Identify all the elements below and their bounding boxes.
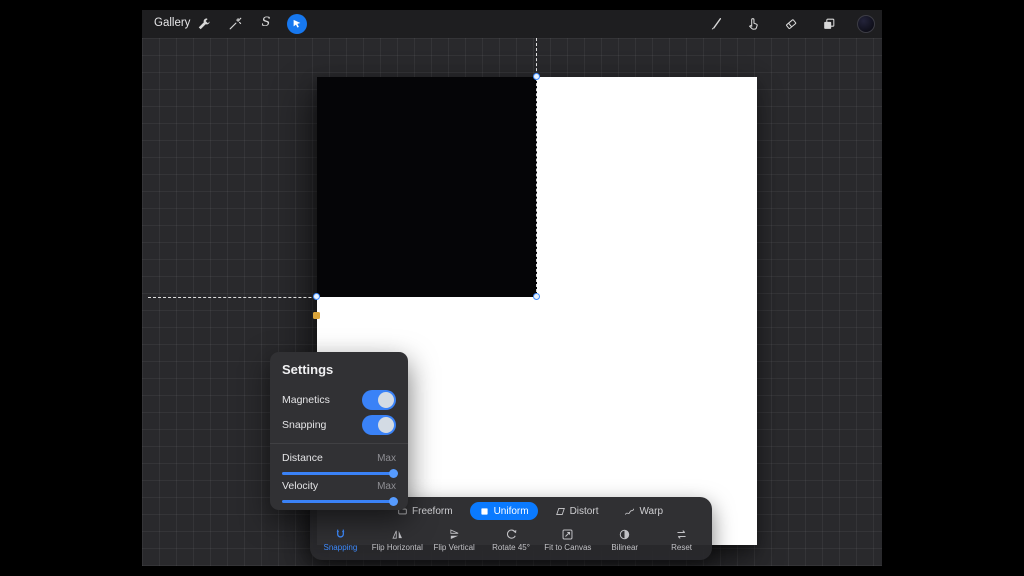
flip-horizontal-button[interactable]: Flip Horizontal bbox=[369, 522, 426, 558]
transform-handle-bottom-left[interactable] bbox=[313, 293, 320, 300]
mode-label: Freeform bbox=[412, 506, 453, 517]
magnetics-label: Magnetics bbox=[282, 394, 330, 406]
action-label: Flip Vertical bbox=[433, 543, 474, 552]
smudge-finger-icon[interactable] bbox=[746, 17, 760, 31]
transform-handle-top-right[interactable] bbox=[533, 73, 540, 80]
settings-popup: Settings Magnetics Snapping Distance Max… bbox=[270, 352, 408, 510]
bilinear-button[interactable]: Bilinear bbox=[596, 522, 653, 558]
mode-label: Warp bbox=[639, 506, 663, 517]
procreate-screen: Gallery S bbox=[0, 0, 1024, 576]
action-label: Flip Horizontal bbox=[372, 543, 423, 552]
action-label: Snapping bbox=[324, 543, 358, 552]
fit-to-canvas-button[interactable]: Fit to Canvas bbox=[539, 522, 596, 558]
top-toolbar: Gallery S bbox=[142, 10, 882, 38]
slider-knob[interactable] bbox=[389, 469, 398, 478]
mode-warp[interactable]: Warp bbox=[615, 502, 672, 520]
distance-slider[interactable] bbox=[282, 472, 396, 475]
action-label: Reset bbox=[671, 543, 692, 552]
mode-uniform-active[interactable]: Uniform bbox=[470, 502, 538, 520]
flip-vertical-button[interactable]: Flip Vertical bbox=[426, 522, 483, 558]
velocity-slider[interactable] bbox=[282, 500, 396, 503]
magnetics-row: Magnetics bbox=[282, 387, 396, 412]
snapping-row: Snapping bbox=[282, 412, 396, 437]
toggle-knob bbox=[378, 417, 394, 433]
canvas-workspace[interactable] bbox=[142, 38, 882, 566]
slider-knob[interactable] bbox=[389, 497, 398, 506]
mode-label: Uniform bbox=[494, 506, 529, 517]
action-label: Fit to Canvas bbox=[544, 543, 591, 552]
adjustments-wand-icon[interactable] bbox=[228, 17, 242, 31]
divider bbox=[270, 443, 408, 444]
distance-value: Max bbox=[377, 453, 396, 464]
transform-handle-bottom-right[interactable] bbox=[533, 293, 540, 300]
velocity-label: Velocity bbox=[282, 480, 318, 492]
brush-icon[interactable] bbox=[709, 17, 723, 31]
settings-title: Settings bbox=[282, 362, 396, 377]
distance-row: Distance Max bbox=[282, 450, 396, 466]
snapping-button[interactable]: Snapping bbox=[312, 522, 369, 558]
gallery-button[interactable]: Gallery bbox=[154, 17, 190, 29]
rotate-45-button[interactable]: Rotate 45° bbox=[483, 522, 540, 558]
mode-label: Distort bbox=[570, 506, 599, 517]
velocity-value: Max bbox=[377, 481, 396, 492]
distance-label: Distance bbox=[282, 452, 323, 464]
color-swatch[interactable] bbox=[857, 15, 875, 33]
snapping-guide-horizontal bbox=[148, 297, 537, 298]
actions-wrench-icon[interactable] bbox=[197, 17, 211, 31]
toggle-knob bbox=[378, 392, 394, 408]
reset-button[interactable]: Reset bbox=[653, 522, 710, 558]
eraser-icon[interactable] bbox=[784, 17, 798, 31]
action-label: Bilinear bbox=[611, 543, 638, 552]
transform-selection-content[interactable] bbox=[317, 77, 537, 297]
snapping-label: Snapping bbox=[282, 419, 326, 431]
snapping-toggle[interactable] bbox=[362, 415, 396, 435]
selection-tool-icon[interactable]: S bbox=[259, 15, 273, 31]
transform-mode-segments: Freeform Uniform Distort Warp bbox=[388, 502, 672, 520]
velocity-row: Velocity Max bbox=[282, 478, 396, 494]
magnetics-toggle[interactable] bbox=[362, 390, 396, 410]
layers-icon[interactable] bbox=[822, 17, 836, 31]
app-frame: Gallery S bbox=[142, 10, 882, 566]
mode-distort[interactable]: Distort bbox=[546, 502, 608, 520]
transform-actions: Snapping Flip Horizontal Flip Vertical R… bbox=[312, 522, 710, 558]
transform-tool-button-active[interactable] bbox=[287, 14, 307, 34]
rotation-handle[interactable] bbox=[313, 312, 320, 319]
action-label: Rotate 45° bbox=[492, 543, 530, 552]
